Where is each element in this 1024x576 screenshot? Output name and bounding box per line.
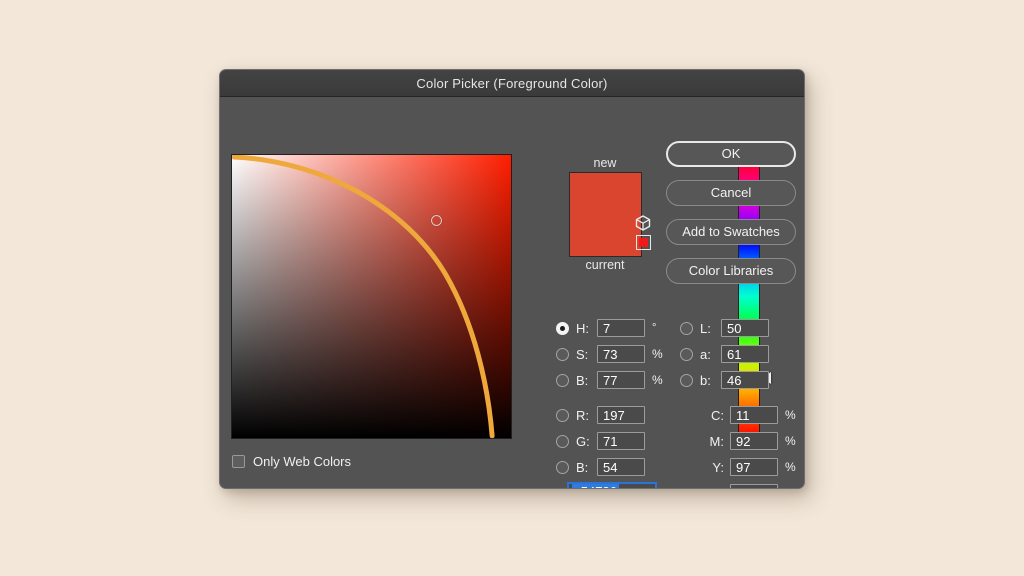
unit-y: %	[785, 460, 796, 474]
radio-lab-b[interactable]	[680, 373, 693, 387]
radio-b-blue[interactable]	[556, 460, 569, 474]
hex-value: c54736	[572, 484, 619, 488]
radio-s[interactable]	[556, 347, 569, 361]
label-s: S:	[576, 346, 589, 362]
field-row-l[interactable]: L: 50	[680, 315, 799, 341]
dialog-body: Only Web Colors new current OK Cancel Ad…	[220, 97, 804, 488]
input-m[interactable]: 92	[730, 432, 778, 450]
color-libraries-button[interactable]: Color Libraries	[666, 258, 796, 284]
add-to-swatches-button[interactable]: Add to Swatches	[666, 219, 796, 245]
radio-spacer-k	[680, 487, 693, 489]
radio-spacer-c	[680, 409, 693, 422]
field-row-g[interactable]: G: 71	[556, 428, 666, 454]
input-l[interactable]: 50	[721, 319, 769, 337]
field-row-y[interactable]: Y: 97 %	[680, 454, 799, 480]
hex-input[interactable]: c54736	[567, 482, 658, 488]
radio-r[interactable]	[556, 408, 569, 422]
label-l: L:	[700, 320, 711, 336]
label-b-blue: B:	[576, 459, 589, 475]
ok-button[interactable]: OK	[666, 141, 796, 167]
input-b-brightness[interactable]: 77	[597, 371, 645, 389]
unit-k: %	[785, 486, 799, 488]
input-lab-b[interactable]: 46	[721, 371, 769, 389]
label-r: R:	[576, 407, 589, 423]
field-group-gap	[556, 393, 666, 402]
new-color-label: new	[593, 156, 617, 170]
field-row-c[interactable]: C: 11 %	[680, 402, 799, 428]
label-y: Y:	[712, 459, 724, 475]
unit-h: °	[652, 322, 657, 334]
radio-spacer-y	[680, 461, 693, 474]
new-current-swatch[interactable]	[568, 172, 642, 257]
radio-l[interactable]	[680, 321, 693, 335]
dialog-title: Color Picker (Foreground Color)	[416, 75, 608, 91]
unit-c: %	[785, 408, 796, 422]
input-c[interactable]: 11	[730, 406, 778, 424]
field-row-a[interactable]: a: 61	[680, 341, 799, 367]
hex-prefix: #	[552, 485, 559, 489]
field-row-b-blue[interactable]: B: 54	[556, 454, 666, 480]
websafe-color-chip	[638, 238, 648, 247]
label-m: M:	[709, 433, 724, 449]
checkbox-box[interactable]	[232, 455, 245, 468]
label-k: K:	[700, 486, 724, 489]
label-c: C:	[711, 407, 724, 423]
input-k[interactable]: 2	[730, 484, 778, 488]
input-h[interactable]: 7	[597, 319, 645, 337]
warning-icons-group	[633, 215, 653, 250]
unit-s: %	[652, 347, 663, 361]
label-lab-b: b:	[700, 372, 711, 388]
radio-a[interactable]	[680, 347, 693, 361]
field-row-k[interactable]: K: 2 %	[680, 480, 799, 489]
input-s[interactable]: 73	[597, 345, 645, 363]
lab-cmyk-fields: L: 50 a: 61 b: 46 C: 11 % M: 92 % Y: 97 …	[680, 315, 799, 489]
label-b-brightness: B:	[576, 372, 589, 388]
hsb-rgb-fields: H: 7 ° S: 73 % B: 77 % R: 197 G: 71 B: 5…	[556, 315, 666, 480]
field-group-gap-right	[680, 393, 799, 402]
dialog-titlebar[interactable]: Color Picker (Foreground Color)	[220, 70, 804, 97]
hex-field-row[interactable]: # c54736	[552, 482, 658, 489]
websafe-warning-icon[interactable]	[635, 235, 651, 250]
field-row-lab-b[interactable]: b: 46	[680, 367, 799, 393]
cube-icon[interactable]	[635, 215, 651, 231]
only-web-colors-label: Only Web Colors	[253, 454, 352, 469]
input-r[interactable]: 197	[597, 406, 645, 424]
current-color-label: current	[585, 258, 625, 272]
radio-g[interactable]	[556, 434, 569, 448]
saturation-brightness-field[interactable]	[231, 154, 512, 439]
label-h: H:	[576, 320, 589, 336]
unit-b-brightness: %	[652, 373, 663, 387]
input-y[interactable]: 97	[730, 458, 778, 476]
radio-h[interactable]	[556, 321, 569, 335]
current-color-swatch[interactable]	[569, 214, 641, 256]
cancel-button[interactable]: Cancel	[666, 180, 796, 206]
field-row-m[interactable]: M: 92 %	[680, 428, 799, 454]
gamut-warning-curve	[232, 155, 495, 438]
only-web-colors-checkbox[interactable]: Only Web Colors	[232, 454, 351, 469]
sb-field-cursor[interactable]	[430, 215, 442, 227]
label-a: a:	[700, 346, 711, 362]
field-row-h[interactable]: H: 7 °	[556, 315, 666, 341]
unit-m: %	[785, 434, 796, 448]
label-g: G:	[576, 433, 590, 449]
new-color-swatch[interactable]	[569, 173, 641, 215]
dialog-buttons: OK Cancel Add to Swatches Color Librarie…	[666, 141, 796, 297]
field-row-s[interactable]: S: 73 %	[556, 341, 666, 367]
input-g[interactable]: 71	[597, 432, 645, 450]
input-a[interactable]: 61	[721, 345, 769, 363]
field-row-r[interactable]: R: 197	[556, 402, 666, 428]
radio-b-brightness[interactable]	[556, 373, 569, 387]
field-row-b-brightness[interactable]: B: 77 %	[556, 367, 666, 393]
radio-spacer-m	[680, 435, 693, 448]
color-picker-dialog: Color Picker (Foreground Color) Only Web…	[219, 69, 805, 489]
input-b-blue[interactable]: 54	[597, 458, 645, 476]
